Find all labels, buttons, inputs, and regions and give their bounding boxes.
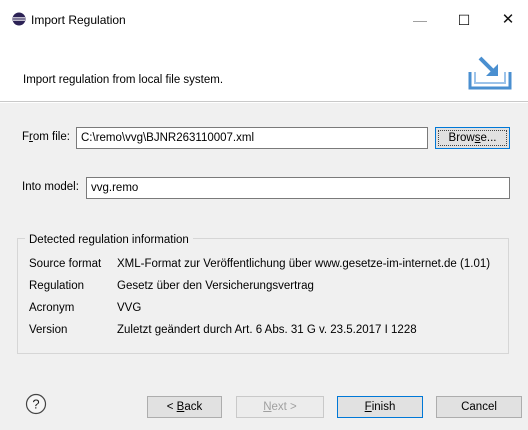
banner-message: Import regulation from local file system… [23,74,224,86]
maximize-button[interactable]: ☐ [444,0,484,40]
back-button[interactable]: < Back [147,396,222,418]
window-title: Import Regulation [31,13,126,27]
eclipse-app-icon [12,12,26,26]
minimize-button[interactable]: — [400,0,440,40]
cancel-button[interactable]: Cancel [436,396,522,418]
regulation-key: Regulation [29,280,84,292]
into-model-input[interactable]: vvg.remo [86,177,510,199]
detected-info-title: Detected regulation information [25,234,193,246]
into-model-label: Into model: [22,181,79,193]
from-file-input[interactable]: C:\remo\vvg\BJNR263110007.xml [76,127,428,149]
close-button[interactable]: ✕ [488,0,528,40]
help-icon[interactable]: ? [25,393,47,415]
next-button[interactable]: Next > [236,396,324,418]
detected-info-group [17,238,509,354]
version-value: Zuletzt geändert durch Art. 6 Abs. 31 G … [117,324,417,336]
browse-button-focus-ring [438,130,507,146]
wizard-banner [0,40,528,102]
version-key: Version [29,324,68,336]
browse-button[interactable]: Browse... [435,127,510,149]
source-format-key: Source format [29,258,102,270]
svg-text:?: ? [32,397,39,412]
import-tray-icon [468,56,512,90]
source-format-value: XML-Format zur Veröffentlichung über www… [117,258,491,270]
from-file-label: From file: [22,131,70,143]
regulation-value: Gesetz über den Versicherungsvertrag [117,280,314,292]
acronym-value: VVG [117,302,142,314]
finish-button[interactable]: Finish [337,396,423,418]
acronym-key: Acronym [29,302,75,314]
